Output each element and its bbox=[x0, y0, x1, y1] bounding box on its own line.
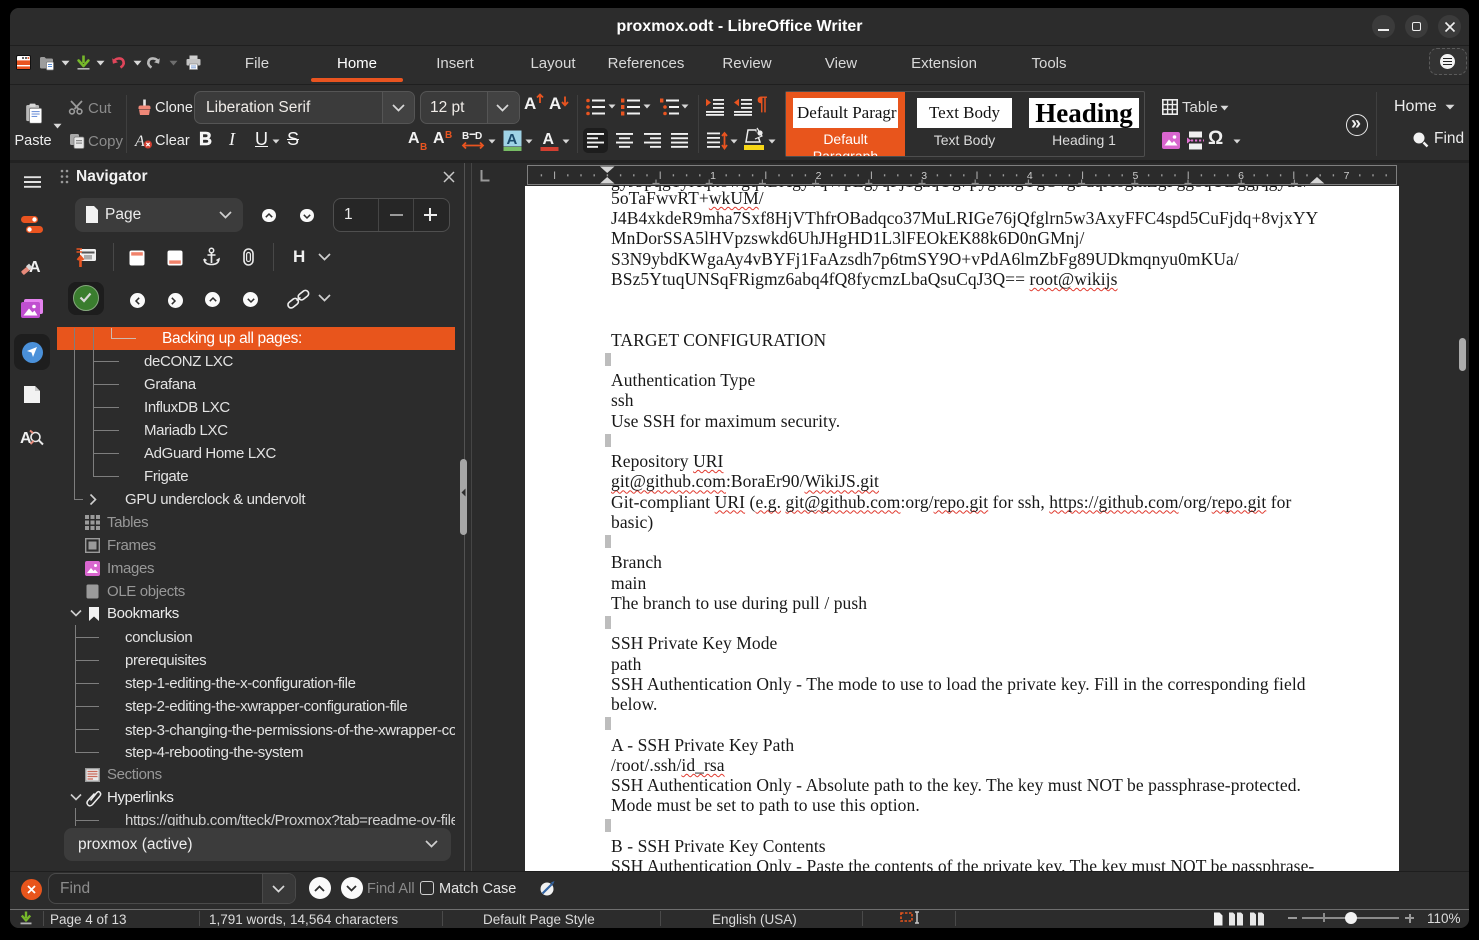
svg-text:2: 2 bbox=[816, 170, 822, 182]
svg-text:4: 4 bbox=[1027, 170, 1033, 182]
svg-text:7: 7 bbox=[1344, 170, 1350, 182]
svg-text:1: 1 bbox=[710, 170, 716, 182]
svg-text:5: 5 bbox=[1132, 170, 1138, 182]
svg-text:A: A bbox=[20, 430, 32, 447]
